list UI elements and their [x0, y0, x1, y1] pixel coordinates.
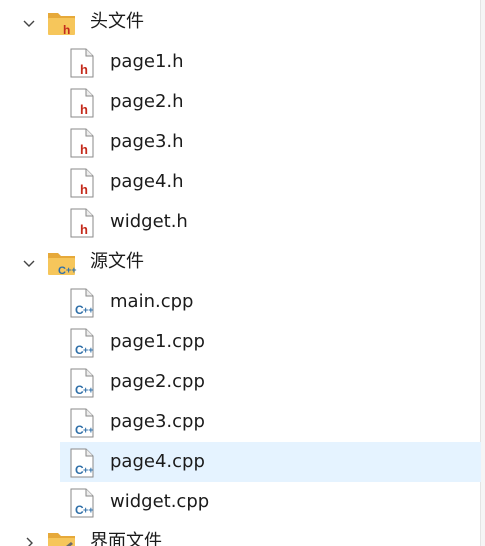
chevron-down-icon[interactable]: [20, 254, 38, 272]
tree-file-label: page1.cpp: [110, 331, 205, 352]
svg-text:++: ++: [83, 505, 94, 515]
tree-file-label: main.cpp: [110, 291, 194, 312]
header-file-icon: h: [69, 168, 95, 198]
svg-text:C: C: [58, 265, 66, 276]
folder-h-icon: h: [47, 10, 77, 37]
cpp-file-icon: C ++: [69, 488, 95, 518]
project-tree: h 头文件 h page1.h h page2.h h page3.h h page4.h h wid…: [0, 0, 485, 546]
tree-file-item[interactable]: C ++ page3.cpp: [0, 402, 481, 442]
cpp-file-icon: C ++: [69, 408, 95, 438]
tree-file-label: page1.h: [110, 51, 184, 72]
tree-file-label: page4.h: [110, 171, 184, 192]
tree-file-item[interactable]: h page4.h: [0, 162, 481, 202]
svg-text:++: ++: [83, 425, 94, 435]
svg-text:++: ++: [83, 385, 94, 395]
header-file-icon: h: [69, 48, 95, 78]
tree-file-item[interactable]: C ++ widget.cpp: [0, 482, 481, 522]
tree-file-item[interactable]: h page3.h: [0, 122, 481, 162]
tree-file-item[interactable]: C ++ page1.cpp: [0, 322, 481, 362]
tree-file-label: page3.cpp: [110, 411, 205, 432]
tree-file-item[interactable]: C ++ page4.cpp: [0, 442, 481, 482]
tree-file-label: page2.h: [110, 91, 184, 112]
tree-file-item[interactable]: h page1.h: [0, 42, 481, 82]
tree-group-label: 头文件: [90, 11, 144, 32]
cpp-file-icon: C ++: [69, 328, 95, 358]
header-file-icon: h: [69, 88, 95, 118]
svg-text:h: h: [80, 62, 88, 77]
svg-text:h: h: [80, 142, 88, 157]
folder-ui-icon: [47, 530, 77, 546]
svg-text:h: h: [80, 222, 88, 237]
svg-text:++: ++: [83, 345, 94, 355]
cpp-file-icon: C ++: [69, 448, 95, 478]
chevron-right-icon[interactable]: [20, 534, 38, 546]
svg-text:++: ++: [83, 305, 94, 315]
tree-file-label: widget.h: [110, 211, 188, 232]
svg-text:h: h: [80, 102, 88, 117]
tree-file-item[interactable]: h widget.h: [0, 202, 481, 242]
tree-file-label: page4.cpp: [110, 451, 205, 472]
tree-group-0[interactable]: h 头文件: [0, 2, 481, 42]
tree-file-label: page3.h: [110, 131, 184, 152]
tree-file-item[interactable]: h page2.h: [0, 82, 481, 122]
cpp-file-icon: C ++: [69, 288, 95, 318]
folder-cpp-icon: C ++: [47, 250, 77, 277]
chevron-down-icon[interactable]: [20, 14, 38, 32]
svg-text:h: h: [80, 182, 88, 197]
tree-group-1[interactable]: C ++ 源文件: [0, 242, 481, 282]
cpp-file-icon: C ++: [69, 368, 95, 398]
tree-group-label: 界面文件: [90, 531, 162, 546]
tree-file-item[interactable]: C ++ main.cpp: [0, 282, 481, 322]
tree-file-label: page2.cpp: [110, 371, 205, 392]
tree-file-label: widget.cpp: [110, 491, 210, 512]
header-file-icon: h: [69, 208, 95, 238]
svg-text:++: ++: [66, 265, 77, 275]
svg-text:h: h: [63, 23, 70, 36]
header-file-icon: h: [69, 128, 95, 158]
tree-group-2[interactable]: 界面文件: [0, 522, 481, 546]
svg-text:++: ++: [83, 465, 94, 475]
tree-file-item[interactable]: C ++ page2.cpp: [0, 362, 481, 402]
tree-group-label: 源文件: [90, 251, 144, 272]
